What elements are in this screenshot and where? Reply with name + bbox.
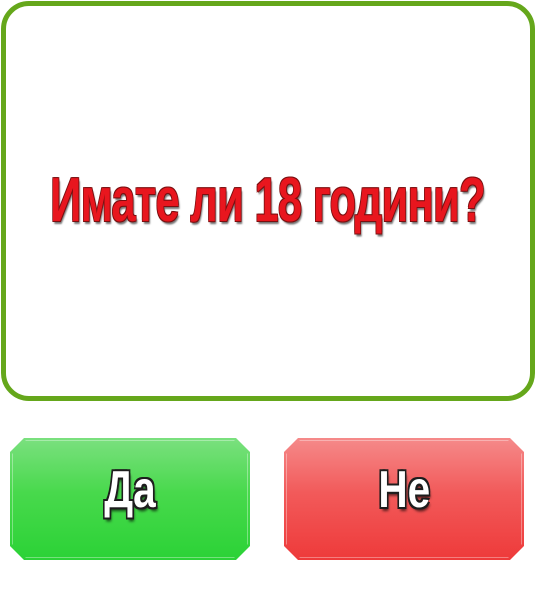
yes-button-label: Да <box>104 461 156 519</box>
no-button[interactable]: Не <box>284 438 524 560</box>
age-question-panel: Имате ли 18 години? <box>1 1 535 401</box>
yes-button[interactable]: Да <box>10 438 250 560</box>
age-question-text: Имате ли 18 години? <box>50 166 486 235</box>
no-button-label: Не <box>378 461 430 519</box>
